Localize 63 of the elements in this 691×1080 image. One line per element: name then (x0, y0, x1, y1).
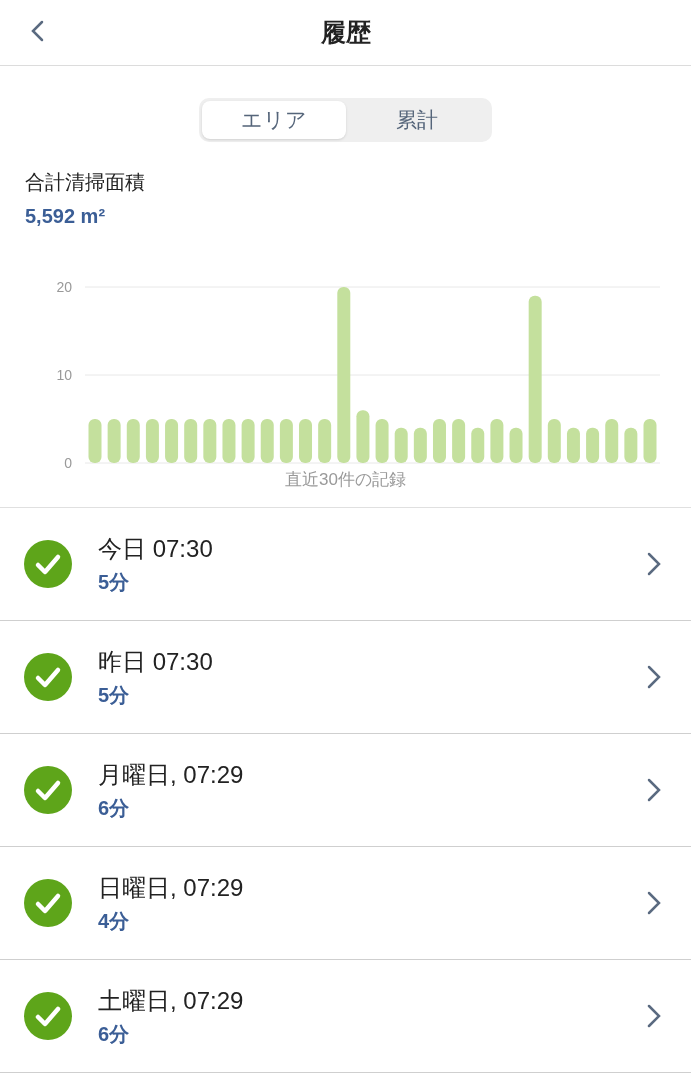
check-circle-icon (24, 652, 72, 701)
segment-tab[interactable]: 累計 (345, 101, 489, 139)
summary-label: 合計清掃面積 (25, 170, 146, 195)
axis-tick-label: 20 (56, 279, 72, 295)
bar (547, 419, 561, 463)
bar (126, 419, 140, 463)
bar (260, 419, 274, 463)
page-title: 履歴 (320, 16, 371, 48)
bar (490, 419, 504, 463)
check-circle-icon (24, 539, 72, 588)
chevron-right-icon (647, 777, 661, 802)
bar (107, 419, 121, 463)
segment-tab[interactable]: エリア (202, 101, 346, 139)
record-row[interactable]: 日曜日, 07:29 4分 (0, 846, 691, 960)
check-circle-icon (24, 765, 72, 814)
back-icon[interactable] (30, 20, 46, 42)
record-row[interactable]: 今日 07:30 5分 (0, 507, 691, 621)
record-time: 昨日 07:30 (98, 646, 214, 677)
bar (624, 427, 638, 463)
chevron-right-icon (647, 890, 661, 915)
bar (165, 419, 179, 463)
axis-tick-label: 10 (56, 367, 72, 383)
check-circle-icon (24, 878, 72, 927)
record-duration: 6分 (98, 795, 131, 821)
bar (509, 427, 523, 463)
record-duration: 6分 (98, 1021, 131, 1047)
record-row[interactable]: 土曜日, 07:29 6分 (0, 959, 691, 1073)
check-circle-icon (24, 991, 72, 1040)
bar (184, 419, 198, 463)
bar (643, 419, 657, 463)
bar (394, 427, 408, 463)
record-time: 日曜日, 07:29 (98, 872, 245, 903)
bar (203, 419, 217, 463)
record-row[interactable]: 月曜日, 07:29 6分 (0, 733, 691, 847)
record-duration: 5分 (98, 569, 131, 595)
bar (413, 427, 427, 463)
bar (566, 427, 580, 463)
bar (241, 419, 255, 463)
bar (299, 419, 312, 463)
chevron-right-icon (647, 1003, 661, 1028)
bar (433, 419, 446, 463)
bar (586, 427, 600, 463)
bar (605, 419, 619, 463)
bar (88, 419, 102, 463)
bar (452, 419, 466, 463)
bar (279, 419, 293, 463)
bar (318, 419, 332, 463)
chevron-right-icon (647, 551, 661, 576)
record-duration: 4分 (98, 908, 131, 934)
bar (375, 419, 389, 463)
record-time: 月曜日, 07:29 (98, 759, 245, 790)
bar (222, 419, 236, 463)
axis-tick-label: 0 (64, 455, 72, 471)
record-duration: 5分 (98, 682, 131, 708)
axis-label: 直近30件の記録 (285, 469, 406, 491)
record-row[interactable]: 昨日 07:30 5分 (0, 620, 691, 734)
record-time: 今日 07:30 (98, 533, 214, 564)
bar (356, 410, 370, 463)
bar (471, 427, 485, 463)
record-time: 土曜日, 07:29 (98, 985, 245, 1016)
summary-value: 5,592 m² (25, 204, 107, 229)
bar (145, 419, 159, 463)
chevron-right-icon (647, 664, 661, 689)
